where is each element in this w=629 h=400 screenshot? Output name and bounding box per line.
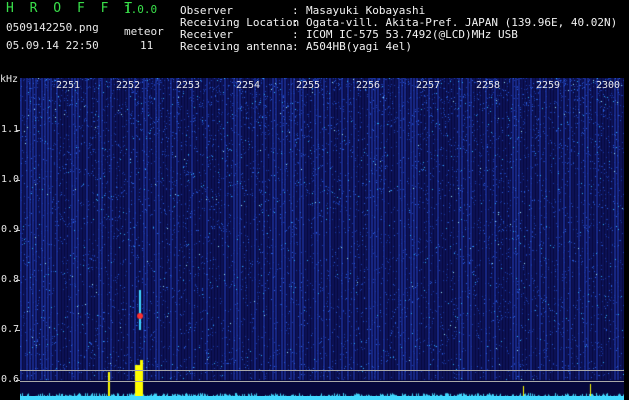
reference-line bbox=[20, 381, 624, 382]
signal-baseline bbox=[20, 396, 624, 400]
app-version: 1.0.0 bbox=[124, 3, 158, 16]
filename: 0509142250.png bbox=[6, 21, 99, 34]
meteor-count: 11 bbox=[140, 39, 154, 52]
x-tick-label: 2257 bbox=[416, 80, 441, 91]
info-colon: : bbox=[292, 40, 299, 53]
x-tick-label: 2255 bbox=[296, 80, 321, 91]
x-tick-label: 2253 bbox=[176, 80, 201, 91]
reference-line bbox=[20, 370, 624, 371]
x-tick-label: 2254 bbox=[236, 80, 261, 91]
app-title: H R O F F T bbox=[6, 1, 137, 16]
x-tick-label: 2300 bbox=[596, 80, 621, 91]
info-label-antenna: Receiving antenna bbox=[180, 40, 293, 53]
datetime: 05.09.14 22:50 bbox=[6, 39, 99, 52]
meteor-label: meteor bbox=[124, 25, 164, 38]
spectrogram bbox=[20, 78, 624, 400]
x-tick-label: 2259 bbox=[536, 80, 561, 91]
x-tick-label: 2256 bbox=[356, 80, 381, 91]
y-axis-unit: kHz bbox=[0, 74, 19, 85]
x-tick-label: 2252 bbox=[116, 80, 141, 91]
x-tick-label: 2258 bbox=[476, 80, 501, 91]
x-tick-label: 2251 bbox=[56, 80, 81, 91]
info-value-antenna: A504HB(yagi 4el) bbox=[306, 40, 412, 53]
